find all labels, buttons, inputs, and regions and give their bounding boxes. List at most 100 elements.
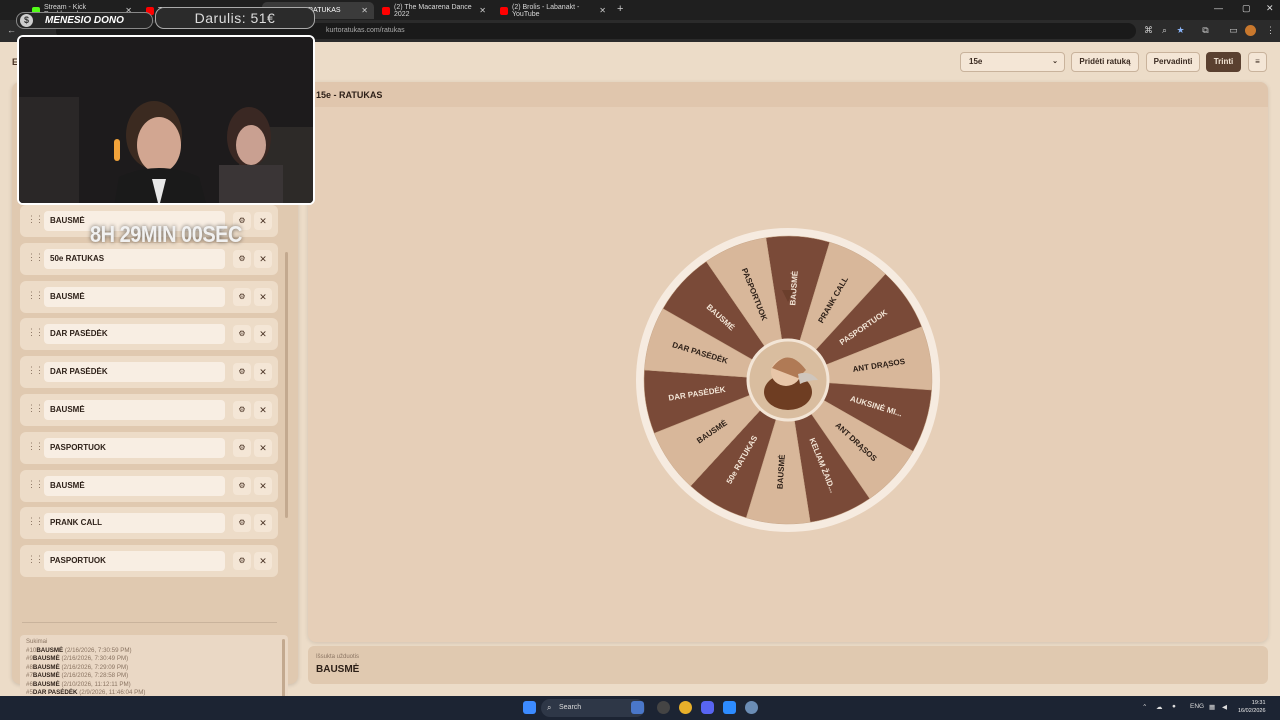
browser-tab-macarena[interactable]: (2) The Macarena Dance 2022 ✕ <box>376 2 492 19</box>
network-icon[interactable]: ▦ <box>1209 703 1215 711</box>
list-item[interactable]: ⋮⋮ PASPORTUOK ⚙ ✕ <box>20 431 278 464</box>
delete-button[interactable]: Trinti <box>1206 52 1241 72</box>
close-icon[interactable]: ✕ <box>254 552 272 571</box>
gear-icon[interactable]: ⚙ <box>233 438 251 457</box>
add-wheel-button[interactable]: Pridėti ratuką <box>1071 52 1139 72</box>
items-scrollbar[interactable] <box>285 252 288 518</box>
list-item[interactable]: ⋮⋮ BAUSMĖ ⚙ ✕ <box>20 469 278 502</box>
close-icon[interactable]: ✕ <box>254 249 272 268</box>
history-number: #6 <box>26 680 33 688</box>
history-scrollbar[interactable] <box>282 639 285 699</box>
gear-icon[interactable]: ⚙ <box>233 249 251 268</box>
list-item[interactable]: ⋮⋮ BAUSMĖ ⚙ ✕ <box>20 394 278 426</box>
wheel-panel: 15e - RATUKAS BAUSMĖ PRANK CALL PASPORTUOK… <box>308 82 1268 642</box>
minimize-icon[interactable]: — <box>1214 3 1223 13</box>
gear-icon[interactable]: ⚙ <box>233 363 251 382</box>
item-label-input[interactable]: BAUSMĖ <box>44 400 225 420</box>
gear-icon[interactable]: ⚙ <box>233 325 251 344</box>
item-label-input[interactable]: PRANK CALL <box>44 513 225 534</box>
gear-icon[interactable]: ⚙ <box>233 552 251 571</box>
chrome-icon[interactable] <box>679 701 692 714</box>
list-item[interactable]: ⋮⋮ DAR PASĖDĖK ⚙ ✕ <box>20 318 278 351</box>
close-icon[interactable]: ✕ <box>599 6 606 15</box>
item-label-input[interactable]: DAR PASĖDĖK <box>44 362 225 383</box>
tab-title: (2) The Macarena Dance 2022 <box>394 3 472 18</box>
extensions-icon[interactable]: ⧉ <box>1200 25 1211 36</box>
rename-button[interactable]: Pervadinti <box>1146 52 1200 72</box>
close-icon[interactable]: ✕ <box>254 438 272 457</box>
close-icon[interactable]: ✕ <box>254 363 272 382</box>
zoom-icon[interactable]: ⌕ <box>1159 25 1170 36</box>
close-icon[interactable]: ✕ <box>254 401 272 419</box>
browser-tab-brolis[interactable]: (2) Brolis - Labanakt - YouTube ✕ <box>494 2 612 19</box>
new-tab-icon[interactable]: + <box>617 3 623 15</box>
gear-icon[interactable]: ⚙ <box>233 476 251 495</box>
list-item[interactable]: ⋮⋮ DAR PASĖDĖK ⚙ ✕ <box>20 356 278 389</box>
list-item[interactable]: ⋮⋮ PRANK CALL ⚙ ✕ <box>20 507 278 540</box>
taskbar-clock[interactable]: 19:31 16/02/2026 <box>1238 699 1266 715</box>
youtube-icon <box>500 6 508 15</box>
item-label-input[interactable]: PASPORTUOK <box>44 551 225 572</box>
divider <box>22 622 277 623</box>
wheel-select[interactable]: 15e ⌄ <box>960 52 1065 72</box>
gear-icon[interactable]: ⚙ <box>233 514 251 533</box>
discord-icon[interactable] <box>701 701 714 714</box>
item-label-input[interactable]: PASPORTUOK <box>44 437 225 458</box>
close-icon[interactable]: ✕ <box>254 325 272 344</box>
flag-icon[interactable] <box>631 701 644 714</box>
close-window-icon[interactable]: ✕ <box>1266 3 1274 14</box>
tray-cloud-icon[interactable]: ☁ <box>1156 703 1163 711</box>
close-icon[interactable]: ✕ <box>254 476 272 495</box>
list-item[interactable]: ⋮⋮ BAUSMĖ ⚙ ✕ <box>20 280 278 313</box>
drag-handle-icon[interactable]: ⋮⋮ <box>27 327 44 338</box>
maximize-icon[interactable]: ▢ <box>1242 3 1251 14</box>
drag-handle-icon[interactable]: ⋮⋮ <box>27 441 44 452</box>
drag-handle-icon[interactable]: ⋮⋮ <box>27 554 44 565</box>
close-icon[interactable]: ✕ <box>479 6 486 15</box>
drag-handle-icon[interactable]: ⋮⋮ <box>27 214 44 225</box>
drag-handle-icon[interactable]: ⋮⋮ <box>27 403 44 414</box>
profile-avatar[interactable] <box>1245 25 1256 36</box>
close-icon[interactable]: ✕ <box>254 287 272 306</box>
item-label-input[interactable]: BAUSMĖ <box>44 475 225 496</box>
drag-handle-icon[interactable]: ⋮⋮ <box>27 365 44 376</box>
gear-icon[interactable]: ⚙ <box>233 401 251 419</box>
tray-chevron-icon[interactable]: ⌃ <box>1142 703 1147 711</box>
gear-icon[interactable]: ⚙ <box>233 287 251 306</box>
wheel-graphic[interactable]: BAUSMĖ PRANK CALLPASPORTUOKANT DRĄSOSAUKS… <box>628 220 948 540</box>
tray-mic-icon[interactable]: ● <box>1172 703 1176 710</box>
close-icon[interactable]: ✕ <box>361 6 368 15</box>
back-icon[interactable]: ← <box>6 25 17 36</box>
close-icon[interactable]: ✕ <box>254 514 272 533</box>
menu-button[interactable]: ≡ <box>1248 52 1267 72</box>
drag-handle-icon[interactable]: ⋮⋮ <box>27 479 44 490</box>
more-menu-icon[interactable]: ⋮ <box>1265 25 1276 36</box>
app-icon[interactable] <box>723 701 736 714</box>
spin-wheel[interactable]: BAUSMĖ PRANK CALL PASPORTUOK ANT DRĄSOS AUKS… <box>628 220 948 540</box>
volume-icon[interactable]: ◀ <box>1222 703 1227 711</box>
taskbar-search[interactable]: ⌕ Search <box>541 699 645 717</box>
translate-icon[interactable]: ⌘ <box>1143 25 1154 36</box>
sidebar-icon[interactable]: ▭ <box>1228 25 1239 36</box>
drag-handle-icon[interactable]: ⋮⋮ <box>27 290 44 301</box>
windows-start-icon[interactable] <box>523 701 536 714</box>
history-label: BAUSMĖ <box>32 672 60 680</box>
coin-icon: $ <box>20 14 33 27</box>
item-label-input[interactable]: DAR PASĖDĖK <box>44 324 225 345</box>
history-time: (2/16/2026, 7:29:09 PM) <box>61 663 129 671</box>
item-label-input[interactable]: BAUSMĖ <box>44 286 225 307</box>
hamburger-icon: ≡ <box>1255 57 1260 66</box>
item-label-input[interactable]: 50e RATUKAS <box>44 248 225 269</box>
list-item[interactable]: ⋮⋮ PASPORTUOK ⚙ ✕ <box>20 545 278 578</box>
history-number: #8 <box>26 663 33 671</box>
settings-icon[interactable] <box>745 701 758 714</box>
dono-overlay: $ MENESIO DONO <box>16 12 153 29</box>
clock-date: 16/02/2026 <box>1238 708 1266 714</box>
drag-handle-icon[interactable]: ⋮⋮ <box>27 252 44 263</box>
history-label: DAR PASĖDĖK <box>32 689 78 697</box>
close-icon[interactable]: ✕ <box>254 212 272 230</box>
obs-icon[interactable] <box>657 701 670 714</box>
bookmark-star-icon[interactable]: ★ <box>1175 25 1186 36</box>
language-indicator[interactable]: ENG <box>1190 703 1204 710</box>
drag-handle-icon[interactable]: ⋮⋮ <box>27 516 44 527</box>
